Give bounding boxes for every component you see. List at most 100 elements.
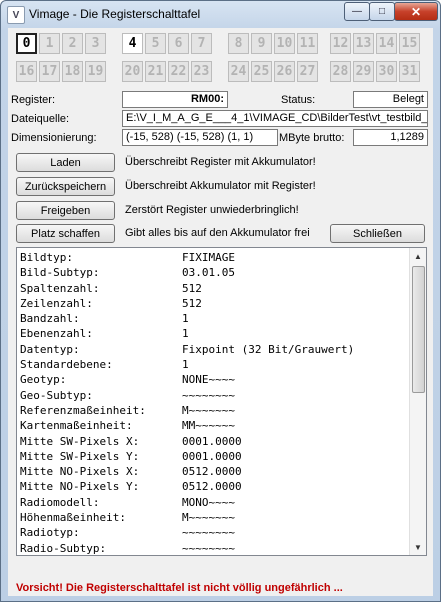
register-tile-23[interactable]: 23 bbox=[191, 61, 212, 82]
property-value: 1 bbox=[182, 358, 189, 372]
property-key: Geotyp: bbox=[20, 373, 67, 387]
status-label: Status: bbox=[281, 94, 316, 106]
release-description: Zerstört Register unwiederbringlich! bbox=[125, 204, 299, 216]
register-tile-12[interactable]: 12 bbox=[330, 33, 351, 54]
property-key: Mitte SW-Pixels X: bbox=[20, 434, 140, 448]
arrow-up-icon[interactable]: ▲ bbox=[410, 248, 426, 264]
property-key: Radiomodell: bbox=[20, 495, 100, 509]
register-field: RM00: bbox=[122, 91, 228, 108]
close-button[interactable]: Schließen bbox=[330, 224, 425, 243]
register-tile-10[interactable]: 10 bbox=[274, 33, 295, 54]
register-tile-1[interactable]: 1 bbox=[39, 33, 60, 54]
property-row: Referenzmaßeinheit: M~~~~~~~ bbox=[20, 403, 354, 418]
property-key: Radiotyp: bbox=[20, 526, 80, 540]
property-key: Bildtyp: bbox=[20, 251, 73, 264]
property-key: Datentyp: bbox=[20, 342, 80, 356]
register-tile-20[interactable]: 20 bbox=[122, 61, 143, 82]
property-value: 512 bbox=[182, 281, 202, 295]
register-tile-16[interactable]: 16 bbox=[16, 61, 37, 82]
properties-rows: Bildtyp: FIXIMAGE Bild-Subtyp: 03.01.05 Spal… bbox=[20, 250, 354, 555]
make-room-button[interactable]: Platz schaffen bbox=[16, 224, 115, 243]
register-tile-29[interactable]: 29 bbox=[353, 61, 374, 82]
window-title: Vimage - Die Registerschalttafel bbox=[29, 7, 201, 21]
properties-list[interactable]: Bildtyp: FIXIMAGE Bild-Subtyp: 03.01.05 Spal… bbox=[16, 247, 427, 556]
mbyte-label: MByte brutto: bbox=[279, 132, 345, 144]
property-row: Ebenenzahl: 1 bbox=[20, 326, 354, 341]
property-row: Geo-Subtyp: ~~~~~~~~ bbox=[20, 388, 354, 403]
property-key: Höhenmaßeinheit: bbox=[20, 511, 126, 525]
property-value: 0512.0000 bbox=[182, 465, 242, 479]
release-button[interactable]: Freigeben bbox=[16, 201, 115, 220]
property-row: Mitte NO-Pixels X: 0512.0000 bbox=[20, 464, 354, 479]
property-key: Ebenenzahl: bbox=[20, 327, 93, 341]
warning-text: Vorsicht! Die Registerschalttafel ist ni… bbox=[16, 582, 343, 594]
scrollbar-thumb[interactable] bbox=[412, 266, 425, 393]
register-tile-11[interactable]: 11 bbox=[297, 33, 318, 54]
register-tile-25[interactable]: 25 bbox=[251, 61, 272, 82]
client-area: 0 1 2 3 4 5 6 7 8 9 10 11 12 13 14 15 16 17 18 19 20 21 22 23 24… bbox=[8, 28, 433, 596]
vertical-scrollbar[interactable]: ▲ ▼ bbox=[409, 248, 426, 555]
property-value: ~~~~~~~~ bbox=[182, 526, 235, 540]
property-row: Bandzahl: 1 bbox=[20, 311, 354, 326]
register-tile-19[interactable]: 19 bbox=[85, 61, 106, 82]
property-row: Geotyp: NONE~~~~ bbox=[20, 372, 354, 387]
property-key: Kartenmaßeinheit: bbox=[20, 419, 133, 433]
dimension-field: (-15, 528) (-15, 528) (1, 1) bbox=[122, 129, 278, 146]
property-key: Geo-Subtyp: bbox=[20, 388, 93, 402]
register-tile-24[interactable]: 24 bbox=[228, 61, 249, 82]
register-tile-0[interactable]: 0 bbox=[16, 33, 37, 54]
register-tile-18[interactable]: 18 bbox=[62, 61, 83, 82]
title-bar[interactable]: V Vimage - Die Registerschalttafel — □ ✕ bbox=[1, 1, 440, 27]
property-row: Radiomodell: MONO~~~~ bbox=[20, 495, 354, 510]
property-key: Zeilenzahl: bbox=[20, 296, 93, 310]
register-tile-17[interactable]: 17 bbox=[39, 61, 60, 82]
property-row: Mitte SW-Pixels Y: 0001.0000 bbox=[20, 449, 354, 464]
register-tile-7[interactable]: 7 bbox=[191, 33, 212, 54]
register-tile-27[interactable]: 27 bbox=[297, 61, 318, 82]
register-tile-13[interactable]: 13 bbox=[353, 33, 374, 54]
register-tile-9[interactable]: 9 bbox=[251, 33, 272, 54]
app-window: V Vimage - Die Registerschalttafel — □ ✕… bbox=[0, 0, 441, 602]
register-label: Register: bbox=[11, 94, 56, 106]
arrow-down-icon[interactable]: ▼ bbox=[410, 539, 426, 555]
register-tile-14[interactable]: 14 bbox=[376, 33, 397, 54]
save-back-button[interactable]: Zurückspeichern bbox=[16, 177, 115, 196]
property-row: Zeilenzahl: 512 bbox=[20, 296, 354, 311]
make-room-description: Gibt alles bis auf den Akkumulator frei bbox=[125, 227, 310, 239]
register-tile-5[interactable]: 5 bbox=[145, 33, 166, 54]
register-tile-26[interactable]: 26 bbox=[274, 61, 295, 82]
property-key: Bild-Subtyp: bbox=[20, 266, 100, 280]
source-field[interactable]: E:\V_I_M_A_G_E___4_1\VIMAGE_CD\BilderTes… bbox=[122, 110, 428, 127]
property-key: Spaltenzahl: bbox=[20, 281, 100, 295]
property-key: Standardebene: bbox=[20, 358, 113, 372]
register-tile-21[interactable]: 21 bbox=[145, 61, 166, 82]
property-key: Bandzahl: bbox=[20, 312, 80, 326]
property-row: Bild-Subtyp: 03.01.05 bbox=[20, 265, 354, 280]
register-tile-8[interactable]: 8 bbox=[228, 33, 249, 54]
register-tile-30[interactable]: 30 bbox=[376, 61, 397, 82]
register-tile-15[interactable]: 15 bbox=[399, 33, 420, 54]
property-key: Mitte NO-Pixels X: bbox=[20, 465, 140, 479]
register-tile-2[interactable]: 2 bbox=[62, 33, 83, 54]
property-row: Radio-Subtyp: ~~~~~~~~ bbox=[20, 541, 354, 555]
register-tile-3[interactable]: 3 bbox=[85, 33, 106, 54]
property-value: ~~~~~~~~ bbox=[182, 541, 235, 555]
register-tile-4[interactable]: 4 bbox=[122, 33, 143, 54]
register-tile-6[interactable]: 6 bbox=[168, 33, 189, 54]
close-window-button[interactable]: ✕ bbox=[394, 2, 438, 21]
maximize-button[interactable]: □ bbox=[369, 2, 395, 21]
minimize-button[interactable]: — bbox=[344, 2, 370, 21]
property-value: 1 bbox=[182, 312, 189, 326]
mbyte-field: 1,1289 bbox=[353, 129, 428, 146]
close-icon: ✕ bbox=[410, 4, 422, 19]
load-button[interactable]: Laden bbox=[16, 153, 115, 172]
status-field: Belegt bbox=[353, 91, 428, 108]
property-row: Mitte NO-Pixels Y: 0512.0000 bbox=[20, 479, 354, 494]
register-tile-22[interactable]: 22 bbox=[168, 61, 189, 82]
load-description: Überschreibt Register mit Akkumulator! bbox=[125, 156, 316, 168]
property-value: NONE~~~~ bbox=[182, 373, 235, 387]
property-key: Referenzmaßeinheit: bbox=[20, 403, 146, 417]
register-tile-28[interactable]: 28 bbox=[330, 61, 351, 82]
register-tile-31[interactable]: 31 bbox=[399, 61, 420, 82]
property-row: Höhenmaßeinheit: M~~~~~~~ bbox=[20, 510, 354, 525]
